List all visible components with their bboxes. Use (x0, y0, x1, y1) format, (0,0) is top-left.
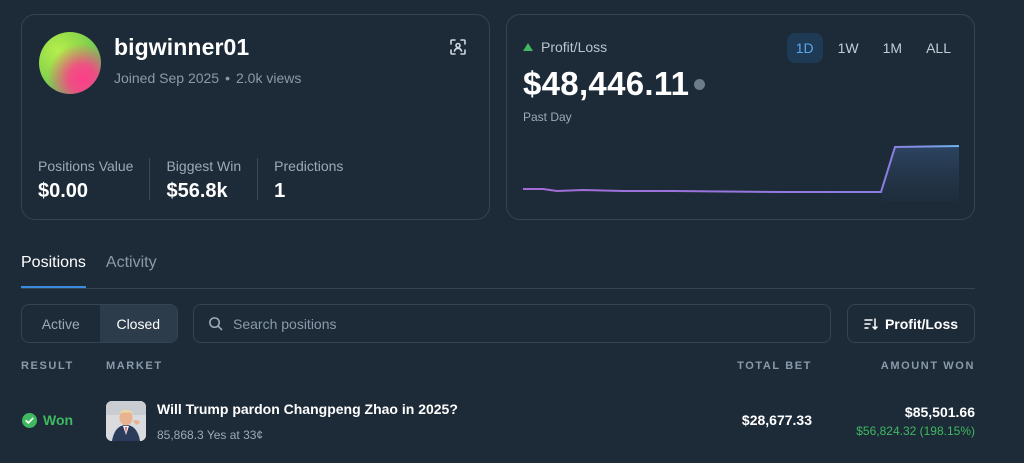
header-result: RESULT (21, 360, 74, 372)
stat-label: Predictions (274, 158, 344, 174)
total-bet-value: $28,677.33 (741, 412, 812, 428)
header-amount-won: AMOUNT WON (880, 360, 975, 372)
search-input[interactable] (233, 315, 793, 332)
profile-meta: Joined Sep 2025 • 2.0k views (114, 70, 301, 86)
tabs-divider (21, 288, 975, 289)
sort-label: Profit/Loss (884, 315, 959, 332)
filter-active-button[interactable]: Active (22, 305, 100, 342)
stat-label: Biggest Win (166, 158, 242, 174)
market-thumbnail (106, 401, 146, 441)
triangle-up-icon (523, 43, 533, 51)
pnl-sparkline-chart (523, 145, 959, 201)
joined-date: Joined Sep 2025 (114, 70, 220, 86)
stat-value: 1 (274, 180, 286, 202)
filter-closed-button[interactable]: Closed (99, 305, 177, 342)
range-tab-1m[interactable]: 1M (874, 33, 911, 63)
sort-button[interactable]: Profit/Loss (847, 304, 975, 343)
pnl-label: Profit/Loss (523, 39, 607, 55)
range-tab-1d[interactable]: 1D (786, 33, 823, 63)
view-count: 2.0k views (236, 70, 302, 86)
tab-activity[interactable]: Activity (106, 254, 157, 288)
username: bigwinner01 (114, 34, 250, 60)
range-tab-1w[interactable]: 1W (829, 33, 868, 63)
search-box (193, 304, 831, 343)
status-filter: Active Closed (21, 304, 178, 343)
stat-value: $56.8k (166, 180, 228, 202)
result-cell: Won (22, 412, 73, 428)
header-market: MARKET (106, 360, 163, 372)
positions-tabs: Positions Activity (21, 254, 157, 288)
time-range-tabs: 1D 1W 1M ALL (786, 33, 960, 63)
result-label: Won (43, 412, 74, 428)
separator-dot: • (225, 70, 230, 86)
scan-icon[interactable] (449, 38, 467, 56)
stat-value: $0.00 (38, 180, 89, 202)
profile-stats: Positions Value $0.00 Biggest Win $56.8k… (38, 158, 375, 202)
period-label: Past Day (523, 110, 572, 124)
tab-positions[interactable]: Positions (21, 254, 86, 288)
profile-card: bigwinner01 Joined Sep 2025 • 2.0k views P… (21, 14, 490, 220)
info-icon[interactable] (694, 79, 705, 90)
pnl-value: $48,446.11 (523, 65, 690, 102)
range-tab-all[interactable]: ALL (917, 33, 960, 63)
stat-biggest-win: Biggest Win $56.8k (166, 158, 259, 202)
amount-won-value: $85,501.66 (904, 404, 975, 420)
stat-positions-value: Positions Value $0.00 (38, 158, 151, 202)
market-title[interactable]: Will Trump pardon Changpeng Zhao in 2025… (157, 401, 458, 417)
pnl-label-text: Profit/Loss (541, 39, 608, 55)
stat-predictions: Predictions 1 (274, 158, 359, 202)
avatar (39, 32, 101, 94)
stat-label: Positions Value (38, 158, 134, 174)
market-position-detail: 85,868.3 Yes at 33¢ (157, 428, 264, 442)
profit-loss-card: Profit/Loss $48,446.11 Past Day 1D 1W 1M… (506, 14, 975, 220)
profit-value: $56,824.32 (198.15%) (856, 424, 975, 438)
sort-icon (864, 317, 878, 330)
check-circle-icon (22, 412, 37, 428)
table-row[interactable]: Won Will Trump pardon Changpeng Zhao in … (0, 392, 1024, 452)
header-total-bet: TOTAL BET (737, 360, 812, 372)
search-icon (209, 317, 223, 331)
